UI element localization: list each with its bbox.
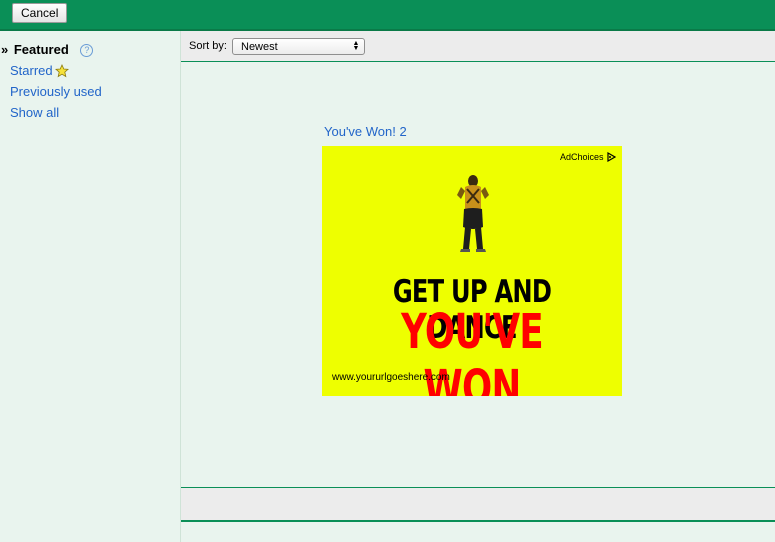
chevron-right-icon: » xyxy=(1,42,9,57)
dancer-image xyxy=(447,173,497,258)
sidebar-item-featured[interactable]: » Featured ? xyxy=(0,39,180,60)
sort-bar: Sort by: Newest ▲ ▼ xyxy=(181,31,775,62)
main-panel: Sort by: Newest ▲ ▼ You've Won! 2 AdChoic… xyxy=(181,31,775,542)
ad-url: www.yoururlgoeshere.com xyxy=(332,372,450,383)
sidebar: » Featured ? Starred Previously used Sho… xyxy=(0,31,181,542)
previously-used-link[interactable]: Previously used xyxy=(0,84,102,99)
sidebar-item-starred[interactable]: Starred xyxy=(0,60,180,81)
adchoices-link[interactable]: AdChoices xyxy=(559,151,617,164)
sort-selected-value: Newest xyxy=(241,41,278,53)
ad-title-link[interactable]: You've Won! 2 xyxy=(324,124,407,139)
select-arrows-icon: ▲ ▼ xyxy=(352,40,360,52)
adchoices-icon xyxy=(607,151,617,164)
footer-bar xyxy=(181,487,775,522)
sidebar-nav: » Featured ? Starred Previously used Sho… xyxy=(0,31,180,123)
top-toolbar: Cancel xyxy=(0,0,775,31)
ad-banner[interactable]: AdChoices GET UP AND DANCE YOU'VE WON ww… xyxy=(322,146,622,396)
show-all-link[interactable]: Show all xyxy=(0,105,59,120)
sort-select[interactable]: Newest ▲ ▼ xyxy=(232,38,365,55)
adchoices-label: AdChoices xyxy=(559,152,604,162)
sort-label: Sort by: xyxy=(189,40,227,52)
cancel-button[interactable]: Cancel xyxy=(12,3,68,23)
sidebar-item-show-all[interactable]: Show all xyxy=(0,102,180,123)
starred-link[interactable]: Starred xyxy=(0,63,53,78)
sidebar-item-previously-used[interactable]: Previously used xyxy=(0,81,180,102)
sidebar-item-label: Featured xyxy=(13,42,69,57)
help-icon[interactable]: ? xyxy=(80,44,94,58)
